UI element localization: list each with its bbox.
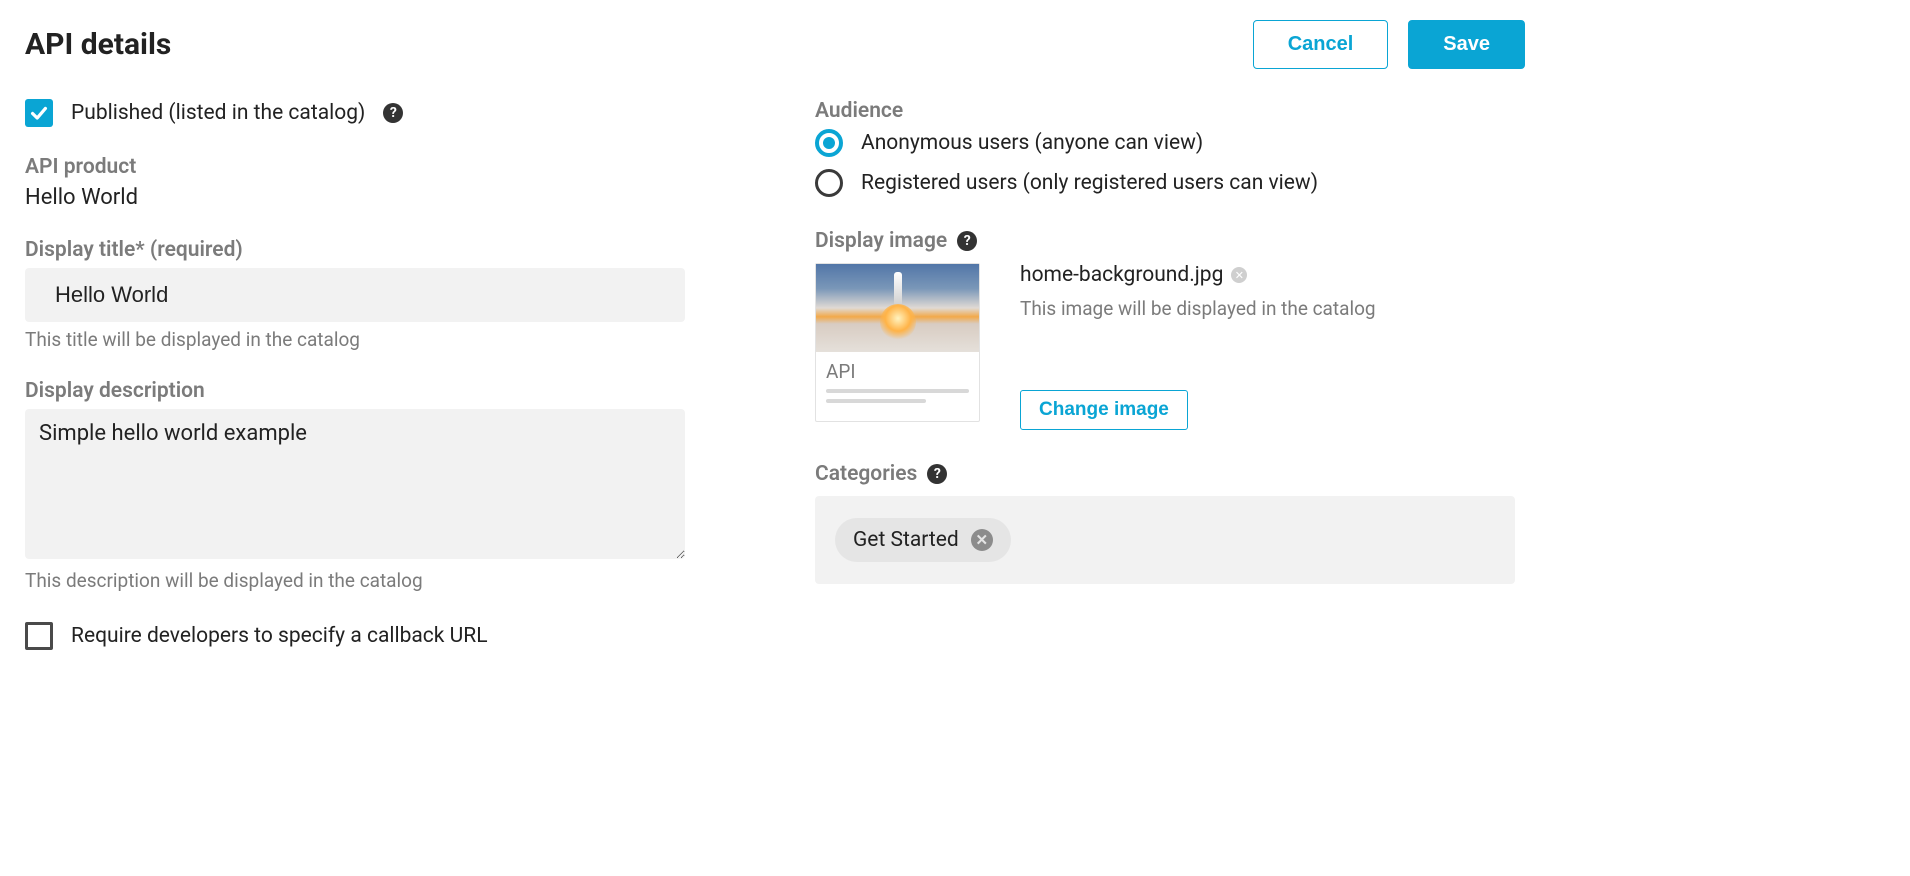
image-hint: This image will be displayed in the cata… — [1020, 297, 1376, 320]
display-title-label: Display title* (required) — [25, 238, 685, 262]
published-checkbox[interactable] — [25, 99, 53, 127]
cancel-button[interactable]: Cancel — [1253, 20, 1389, 69]
callback-label: Require developers to specify a callback… — [71, 624, 488, 648]
help-icon[interactable]: ? — [927, 464, 947, 484]
display-description-input[interactable] — [25, 409, 685, 559]
display-description-label: Display description — [25, 379, 685, 403]
display-title-input[interactable] — [25, 268, 685, 322]
image-preview-card: API — [815, 263, 980, 422]
radio-icon — [815, 169, 843, 197]
api-product-value: Hello World — [25, 185, 685, 210]
api-product-label: API product — [25, 155, 685, 179]
change-image-button[interactable]: Change image — [1020, 390, 1188, 430]
image-card-title: API — [826, 360, 969, 383]
callback-checkbox[interactable] — [25, 622, 53, 650]
save-button[interactable]: Save — [1408, 20, 1525, 69]
audience-option-label: Registered users (only registered users … — [861, 171, 1318, 195]
audience-label: Audience — [815, 99, 1515, 123]
categories-input[interactable]: Get Started ✕ — [815, 496, 1515, 584]
display-image-label: Display image — [815, 229, 947, 253]
remove-image-icon[interactable]: ✕ — [1231, 267, 1247, 283]
display-title-hint: This title will be displayed in the cata… — [25, 328, 685, 351]
image-thumbnail — [816, 264, 979, 352]
page-title: API details — [25, 27, 171, 62]
help-icon[interactable]: ? — [383, 103, 403, 123]
help-icon[interactable]: ? — [957, 231, 977, 251]
image-filename: home-background.jpg — [1020, 263, 1223, 287]
audience-option-registered[interactable]: Registered users (only registered users … — [815, 169, 1515, 197]
category-chip-label: Get Started — [853, 528, 959, 552]
audience-option-anonymous[interactable]: Anonymous users (anyone can view) — [815, 129, 1515, 157]
display-description-hint: This description will be displayed in th… — [25, 569, 685, 592]
remove-chip-icon[interactable]: ✕ — [971, 529, 993, 551]
categories-label: Categories — [815, 462, 917, 486]
published-label: Published (listed in the catalog) — [71, 101, 365, 125]
category-chip: Get Started ✕ — [835, 518, 1011, 562]
audience-option-label: Anonymous users (anyone can view) — [861, 131, 1203, 155]
check-icon — [28, 102, 50, 124]
radio-icon — [815, 129, 843, 157]
